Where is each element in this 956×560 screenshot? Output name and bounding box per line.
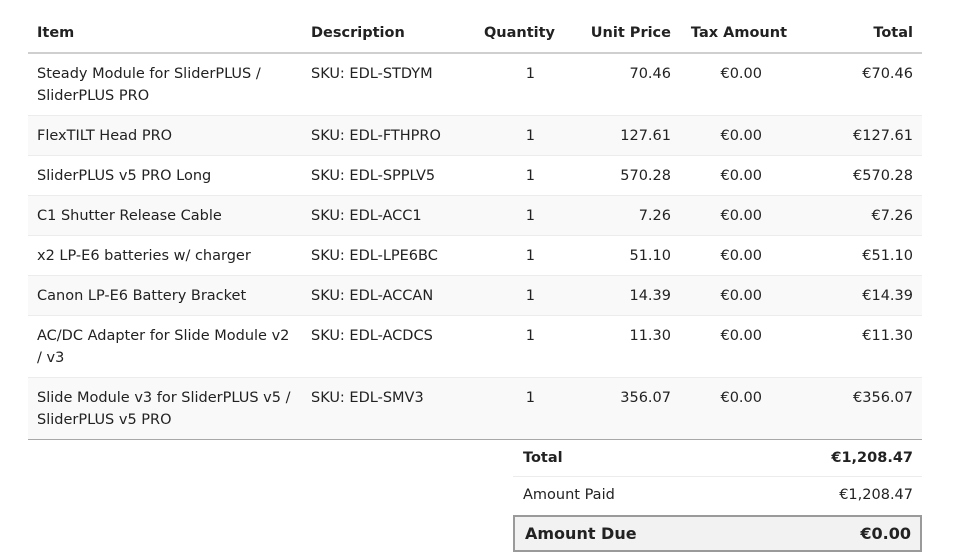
cell-description: SKU: EDL-ACC1	[302, 195, 472, 236]
cell-quantity: 1	[472, 315, 564, 378]
amount-due-value: €0.00	[860, 524, 911, 543]
cell-item: x2 LP-E6 batteries w/ charger	[28, 235, 302, 276]
cell-total: €356.07	[796, 377, 922, 440]
cell-unit-price: 14.39	[564, 275, 680, 316]
table-header-row: Item Description Quantity Unit Price Tax…	[28, 14, 922, 54]
cell-quantity: 1	[472, 115, 564, 156]
cell-quantity: 1	[472, 275, 564, 316]
cell-quantity: 1	[472, 235, 564, 276]
cell-total: €127.61	[796, 115, 922, 156]
cell-tax-amount: €0.00	[680, 235, 796, 276]
cell-item: Canon LP-E6 Battery Bracket	[28, 275, 302, 316]
total-value: €1,208.47	[831, 450, 913, 466]
cell-tax-amount: €0.00	[680, 275, 796, 316]
table-row: x2 LP-E6 batteries w/ charger SKU: EDL-L…	[28, 235, 922, 276]
cell-item: C1 Shutter Release Cable	[28, 195, 302, 236]
cell-tax-amount: €0.00	[680, 315, 796, 378]
cell-unit-price: 127.61	[564, 115, 680, 156]
cell-total: €70.46	[796, 53, 922, 116]
totals-area: Total €1,208.47 Amount Paid €1,208.47 Am…	[28, 440, 922, 560]
header-description: Description	[302, 14, 472, 54]
totals-summary: Total €1,208.47 Amount Paid €1,208.47 Am…	[513, 440, 922, 552]
cell-tax-amount: €0.00	[680, 53, 796, 116]
cell-quantity: 1	[472, 195, 564, 236]
amount-due-label: Amount Due	[525, 524, 637, 543]
cell-total: €570.28	[796, 155, 922, 196]
cell-item: SliderPLUS v5 PRO Long	[28, 155, 302, 196]
cell-unit-price: 70.46	[564, 53, 680, 116]
cell-item: AC/DC Adapter for Slide Module v2 / v3	[28, 315, 302, 378]
table-row: AC/DC Adapter for Slide Module v2 / v3 S…	[28, 315, 922, 378]
cell-description: SKU: EDL-SMV3	[302, 377, 472, 440]
table-row: Steady Module for SliderPLUS / SliderPLU…	[28, 53, 922, 116]
invoice-wrapper: Item Description Quantity Unit Price Tax…	[28, 14, 922, 560]
cell-description: SKU: EDL-SPPLV5	[302, 155, 472, 196]
cell-tax-amount: €0.00	[680, 115, 796, 156]
cell-description: SKU: EDL-ACCAN	[302, 275, 472, 316]
cell-description: SKU: EDL-ACDCS	[302, 315, 472, 378]
cell-unit-price: 356.07	[564, 377, 680, 440]
cell-total: €51.10	[796, 235, 922, 276]
amount-paid-row: Amount Paid €1,208.47	[513, 477, 922, 513]
cell-quantity: 1	[472, 377, 564, 440]
amount-paid-value: €1,208.47	[839, 487, 913, 503]
total-row: Total €1,208.47	[513, 440, 922, 477]
header-tax-amount: Tax Amount	[680, 14, 796, 54]
cell-quantity: 1	[472, 155, 564, 196]
cell-unit-price: 11.30	[564, 315, 680, 378]
cell-description: SKU: EDL-STDYM	[302, 53, 472, 116]
cell-item: Steady Module for SliderPLUS / SliderPLU…	[28, 53, 302, 116]
cell-item: FlexTILT Head PRO	[28, 115, 302, 156]
header-total: Total	[796, 14, 922, 54]
cell-tax-amount: €0.00	[680, 195, 796, 236]
cell-description: SKU: EDL-LPE6BC	[302, 235, 472, 276]
cell-total: €7.26	[796, 195, 922, 236]
cell-unit-price: 7.26	[564, 195, 680, 236]
cell-unit-price: 51.10	[564, 235, 680, 276]
header-item: Item	[28, 14, 302, 54]
cell-tax-amount: €0.00	[680, 377, 796, 440]
amount-paid-label: Amount Paid	[523, 487, 615, 503]
cell-total: €14.39	[796, 275, 922, 316]
table-row: C1 Shutter Release Cable SKU: EDL-ACC1 1…	[28, 195, 922, 236]
header-unit-price: Unit Price	[564, 14, 680, 54]
cell-total: €11.30	[796, 315, 922, 378]
cell-description: SKU: EDL-FTHPRO	[302, 115, 472, 156]
table-row: SliderPLUS v5 PRO Long SKU: EDL-SPPLV5 1…	[28, 155, 922, 196]
total-label: Total	[523, 450, 563, 466]
table-row: FlexTILT Head PRO SKU: EDL-FTHPRO 1 127.…	[28, 115, 922, 156]
cell-quantity: 1	[472, 53, 564, 116]
table-row: Slide Module v3 for SliderPLUS v5 / Slid…	[28, 377, 922, 440]
line-items-table: Item Description Quantity Unit Price Tax…	[28, 14, 922, 440]
table-row: Canon LP-E6 Battery Bracket SKU: EDL-ACC…	[28, 275, 922, 316]
cell-item: Slide Module v3 for SliderPLUS v5 / Slid…	[28, 377, 302, 440]
cell-tax-amount: €0.00	[680, 155, 796, 196]
amount-due-box: Amount Due €0.00	[513, 515, 922, 552]
cell-unit-price: 570.28	[564, 155, 680, 196]
header-quantity: Quantity	[472, 14, 564, 54]
